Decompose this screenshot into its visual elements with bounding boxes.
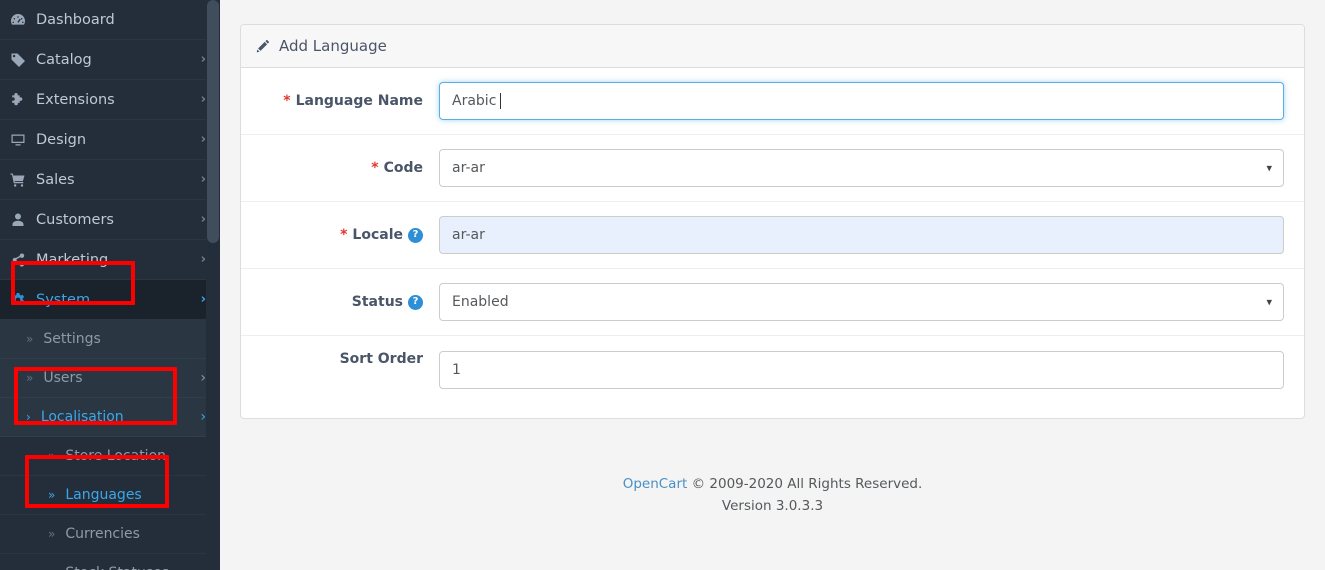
- chevron-double-right-icon: »: [48, 449, 56, 463]
- main-content: Add Language * Language Name Arabic * Code ar…: [220, 0, 1325, 570]
- sidebar-item-label: Localisation: [40, 409, 124, 425]
- label-code: * Code: [261, 160, 439, 176]
- footer-copyright: © 2009-2020 All Rights Reserved.: [691, 476, 923, 492]
- required-asterisk: *: [283, 93, 291, 109]
- sidebar-item-dashboard[interactable]: Dashboard: [0, 0, 220, 40]
- sidebar-item-system[interactable]: System ›: [0, 280, 220, 320]
- add-language-panel: Add Language * Language Name Arabic * Code ar…: [240, 24, 1305, 419]
- help-icon[interactable]: ?: [408, 294, 423, 310]
- chevron-double-right-icon: »: [26, 332, 34, 346]
- sidebar-item-customers[interactable]: Customers ›: [0, 200, 220, 240]
- input-language-name[interactable]: Arabic: [439, 82, 1284, 120]
- opencart-admin-page: Dashboard Catalog › Extensions › Design › Sales…: [0, 0, 1325, 570]
- label-sort-order: Sort Order: [261, 351, 439, 367]
- form-row-sort-order: Sort Order 1: [241, 336, 1304, 418]
- field-wrap-language-name: Arabic: [439, 82, 1284, 120]
- field-wrap-code: ar-ar ▾: [439, 149, 1284, 187]
- page-footer: OpenCart © 2009-2020 All Rights Reserved…: [240, 474, 1305, 517]
- language-form: * Language Name Arabic * Code ar-ar ▾ * Locale? a…: [241, 68, 1304, 418]
- sidebar-item-extensions[interactable]: Extensions ›: [0, 80, 220, 120]
- panel-title: Add Language: [279, 37, 387, 55]
- user-icon: [10, 212, 36, 228]
- puzzle-icon: [10, 92, 36, 108]
- sidebar-scrollbar-thumb[interactable]: [207, 0, 219, 243]
- sidebar-item-marketing[interactable]: Marketing ›: [0, 240, 220, 280]
- sidebar-item-design[interactable]: Design ›: [0, 120, 220, 160]
- chevron-double-right-icon: »: [48, 566, 55, 570]
- monitor-icon: [10, 132, 36, 148]
- required-asterisk: *: [340, 227, 348, 243]
- input-sort-order[interactable]: 1: [439, 351, 1284, 389]
- form-row-code: * Code ar-ar ▾: [241, 135, 1304, 202]
- label-text: Sort Order: [339, 351, 423, 367]
- footer-version: Version 3.0.3.3: [721, 497, 824, 514]
- field-wrap-locale: ar-ar: [439, 216, 1284, 254]
- gear-icon: [10, 292, 36, 308]
- label-text: Language Name: [295, 93, 423, 109]
- label-text: Status: [351, 294, 403, 310]
- field-wrap-status: Enabled ▾: [439, 283, 1284, 321]
- sidebar-item-store-location[interactable]: » Store Location: [0, 437, 220, 476]
- opencart-link[interactable]: OpenCart: [623, 476, 688, 492]
- field-value: ar-ar: [452, 227, 485, 243]
- sidebar-item-label: Store Location: [65, 448, 167, 464]
- sidebar-item-label: Design: [36, 131, 87, 148]
- sidebar-item-label: System: [36, 291, 91, 308]
- tag-icon: [10, 52, 36, 68]
- chevron-double-right-icon: »: [48, 488, 56, 502]
- sidebar-item-label: Marketing: [36, 251, 109, 268]
- label-language-name: * Language Name: [261, 93, 439, 109]
- footer-copyright-line: OpenCart © 2009-2020 All Rights Reserved…: [240, 474, 1305, 496]
- sidebar-item-label: Customers: [36, 211, 114, 228]
- sidebar-item-label: Dashboard: [36, 11, 115, 28]
- field-value: ar-ar: [452, 160, 485, 176]
- sidebar-item-sales[interactable]: Sales ›: [0, 160, 220, 200]
- chevron-double-right-icon: »: [26, 371, 34, 385]
- select-code[interactable]: ar-ar ▾: [439, 149, 1284, 187]
- sidebar-scrollbar-track[interactable]: [206, 0, 220, 570]
- field-value: Arabic: [452, 93, 497, 109]
- sidebar-item-users[interactable]: » Users ›: [0, 359, 220, 398]
- share-icon: [10, 252, 36, 268]
- required-asterisk: *: [371, 160, 379, 176]
- sidebar-item-label: Stock Statuses: [65, 565, 169, 570]
- dashboard-icon: [10, 12, 36, 28]
- sidebar-item-label: Catalog: [36, 51, 92, 68]
- form-row-language-name: * Language Name Arabic: [241, 68, 1304, 135]
- sidebar-item-stock-statuses[interactable]: » Stock Statuses: [0, 554, 220, 570]
- cart-icon: [10, 172, 36, 188]
- sidebar-item-localisation[interactable]: › Localisation ›: [0, 398, 220, 437]
- label-text: Code: [383, 160, 423, 176]
- sidebar-item-label: Users: [43, 370, 83, 386]
- chevron-down-icon: ▾: [1266, 295, 1272, 309]
- sidebar-item-label: Extensions: [36, 91, 115, 108]
- field-value: 1: [452, 362, 461, 378]
- sidebar-item-label: Languages: [65, 487, 142, 503]
- pencil-icon: [255, 39, 270, 54]
- field-wrap-sort-order: 1: [439, 351, 1284, 389]
- label-locale: * Locale?: [261, 227, 439, 243]
- chevron-double-right-icon: »: [48, 527, 56, 541]
- chevron-down-icon: ▾: [1266, 161, 1272, 175]
- field-value: Enabled: [452, 294, 509, 310]
- sidebar-item-label: Sales: [36, 171, 75, 188]
- sidebar-item-label: Currencies: [65, 526, 140, 542]
- label-status: Status?: [261, 294, 439, 310]
- input-locale[interactable]: ar-ar: [439, 216, 1284, 254]
- select-status[interactable]: Enabled ▾: [439, 283, 1284, 321]
- sidebar-nav: Dashboard Catalog › Extensions › Design › Sales…: [0, 0, 220, 570]
- form-row-status: Status? Enabled ▾: [241, 269, 1304, 336]
- help-icon[interactable]: ?: [408, 227, 423, 243]
- panel-header: Add Language: [241, 25, 1304, 68]
- label-text: Locale: [352, 227, 403, 243]
- sidebar-item-catalog[interactable]: Catalog ›: [0, 40, 220, 80]
- sidebar-item-currencies[interactable]: » Currencies: [0, 515, 220, 554]
- form-row-locale: * Locale? ar-ar: [241, 202, 1304, 269]
- sidebar-item-languages[interactable]: » Languages: [0, 476, 220, 515]
- sidebar-item-label: Settings: [43, 331, 101, 347]
- sidebar-item-settings[interactable]: » Settings: [0, 320, 220, 359]
- chevron-right-icon: ›: [26, 410, 31, 424]
- text-cursor: [500, 93, 502, 109]
